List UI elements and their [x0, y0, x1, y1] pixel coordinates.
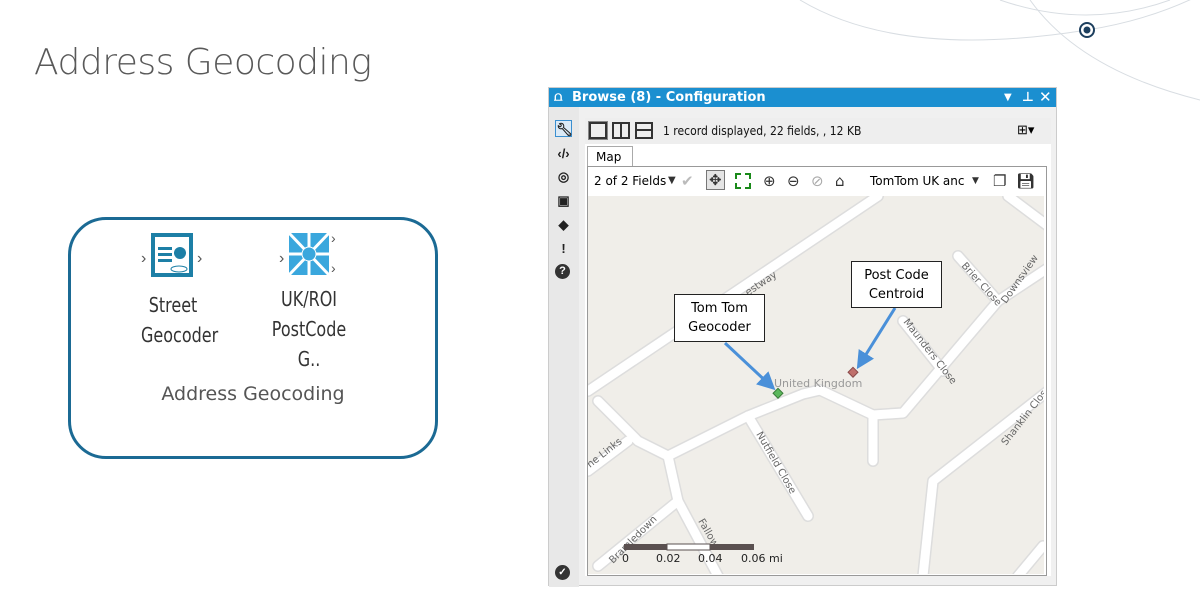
zoom-selection-icon[interactable]: ⊘	[811, 172, 824, 190]
annotation-icon[interactable]: ▣	[555, 192, 572, 209]
home-icon[interactable]: ⌂	[835, 172, 845, 190]
help-icon[interactable]: ?	[555, 264, 570, 279]
street-label: Nutfield Close	[753, 430, 797, 496]
code-icon[interactable]: ‹/›	[555, 145, 572, 162]
browse-tool-icon: ⩍	[554, 88, 562, 107]
street-geocoder-icon: › ›	[133, 225, 213, 285]
svg-text:›: ›	[197, 250, 202, 267]
tool-group-box: › › Street Geocoder › ›› UK/ROI PostCode…	[68, 217, 438, 459]
fields-select[interactable]: 2 of 2 Fields	[594, 174, 666, 188]
wrench-icon[interactable]: 🔧︎	[555, 120, 572, 137]
warning-icon[interactable]: !	[555, 240, 572, 257]
select-rect-icon[interactable]	[735, 173, 751, 189]
centroid-marker[interactable]	[848, 367, 858, 377]
config-sidebar: 🔧︎ ‹/› ◎ ▣ ◆ ! ? ✓	[549, 107, 579, 587]
navigate-icon[interactable]: ◎	[555, 168, 572, 185]
save-icon[interactable]: 💾︎	[1016, 172, 1035, 190]
copy-icon[interactable]: ❐	[993, 172, 1006, 190]
chevron-down-icon[interactable]: ▼	[668, 175, 676, 186]
svg-text:›: ›	[331, 230, 336, 246]
scale-label: 0.02	[656, 552, 681, 565]
add-view-icon[interactable]: ⊞▾	[1017, 122, 1034, 138]
svg-text:›: ›	[331, 260, 336, 276]
single-layout-button[interactable]	[589, 122, 607, 139]
browse-toolbar: 1 record displayed, 22 fields, , 12 KB ⊞…	[585, 118, 1051, 144]
callout-text: Tom Tom	[675, 299, 764, 318]
map-toolbar: 2 of 2 Fields ▼ ✔ ✥ ⊕ ⊖ ⊘ ⌂ TomTom UK an…	[588, 167, 1046, 196]
tool-label: Street	[141, 290, 205, 320]
split-horizontal-button[interactable]	[635, 122, 653, 139]
map-canvas[interactable]: Brier Close Downsview Maunders Close Nut…	[588, 196, 1044, 574]
street-label: Bramledown	[607, 514, 659, 566]
place-label: United Kingdom	[774, 377, 862, 390]
tomtom-arrow	[725, 343, 771, 386]
browse-panel: 1 record displayed, 22 fields, , 12 KB ⊞…	[585, 118, 1051, 576]
tool-label: PostCode G..	[261, 314, 357, 374]
pan-icon[interactable]: ✥	[706, 170, 725, 190]
map-roads: Brier Close Downsview Maunders Close Nut…	[588, 196, 1044, 574]
uk-postcode-geocoder-icon: › › ›	[249, 225, 369, 279]
group-caption: Address Geocoding	[71, 383, 435, 405]
map-pane: 2 of 2 Fields ▼ ✔ ✥ ⊕ ⊖ ⊘ ⌂ TomTom UK an…	[587, 166, 1047, 576]
pin-icon[interactable]: ⊥	[1022, 88, 1034, 107]
window-titlebar: ⩍ Browse (8) - Configuration ▼ ⊥ ✕	[549, 88, 1056, 107]
zoom-in-icon[interactable]: ⊕	[763, 172, 776, 190]
check-icon[interactable]: ✓	[555, 565, 570, 580]
callout-text: Post Code	[852, 266, 941, 285]
dropdown-icon[interactable]: ▼	[1004, 88, 1012, 107]
tab-map[interactable]: Map	[587, 146, 633, 167]
street-label: Shanklin Close	[1000, 383, 1044, 448]
callout-text: Centroid	[852, 285, 941, 304]
street-label: Brier Close	[959, 261, 1004, 309]
svg-text:›: ›	[141, 250, 146, 267]
scale-label: 0.04	[698, 552, 723, 565]
apply-check-icon[interactable]: ✔	[681, 172, 694, 190]
scale-label: 0.06 mi	[741, 552, 783, 565]
tag-icon[interactable]: ◆	[555, 216, 572, 233]
record-status: 1 record displayed, 22 fields, , 12 KB	[663, 122, 861, 140]
chevron-down-icon[interactable]: ▼	[972, 176, 979, 186]
browse-configuration-window: ⩍ Browse (8) - Configuration ▼ ⊥ ✕ 🔧︎ ‹/…	[548, 87, 1057, 586]
scale-label: 0	[622, 552, 629, 565]
centroid-arrow	[860, 308, 895, 364]
close-icon[interactable]: ✕	[1039, 88, 1052, 107]
window-title: Browse (8) - Configuration	[572, 90, 766, 105]
tool-uk-postcode-geocoder[interactable]: › › › UK/ROI PostCode G..	[249, 225, 369, 374]
zoom-out-icon[interactable]: ⊖	[787, 172, 800, 190]
callout-postcode-centroid: Post Code Centroid	[851, 261, 942, 308]
split-vertical-button[interactable]	[612, 122, 630, 139]
scale-bar: 0 0.02 0.04 0.06 mi	[622, 544, 783, 565]
callout-text: Geocoder	[675, 318, 764, 337]
callout-tomtom-geocoder: Tom Tom Geocoder	[674, 294, 765, 342]
tool-street-geocoder[interactable]: › › Street Geocoder	[133, 225, 213, 350]
basemap-select[interactable]: TomTom UK anc	[870, 174, 964, 188]
svg-text:›: ›	[279, 250, 284, 267]
tool-label: Geocoder	[141, 320, 205, 350]
tool-label: UK/ROI	[261, 284, 357, 314]
slide-title: Address Geocoding	[34, 42, 371, 83]
